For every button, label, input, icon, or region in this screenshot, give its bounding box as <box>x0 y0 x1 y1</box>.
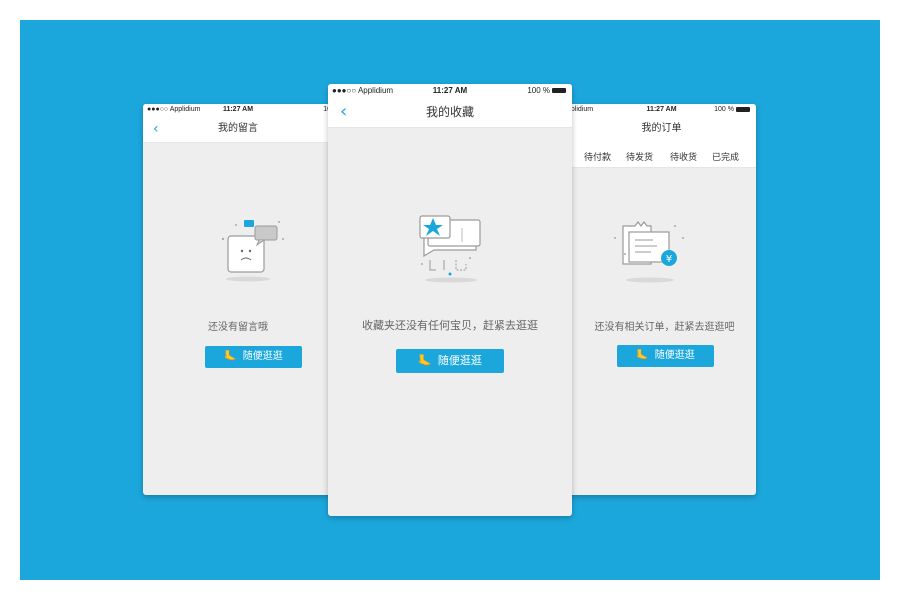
phone-favorites: ●●●○○ Applidium 11:27 AM 100 % ‹ 我的收藏 收藏… <box>328 84 572 516</box>
browse-button-label: 随便逛逛 <box>437 354 482 367</box>
tab-pending-shipment[interactable]: 待发货 <box>626 150 653 163</box>
page-title: 我的留言 <box>218 123 258 134</box>
status-bar: ●●●○○ Applidium 11:27 AM 10 <box>143 104 333 116</box>
phone-messages: ●●●○○ Applidium 11:27 AM 10 ‹ 我的留言 还没有留言… <box>143 104 333 495</box>
back-arrow-icon[interactable]: ‹ <box>340 97 347 127</box>
empty-state-text: 还没有相关订单，赶紧去逛逛吧 <box>594 322 735 333</box>
showcase-background: ●●●○○ Applidium 11:27 AM 10 ‹ 我的留言 还没有留言… <box>20 20 880 580</box>
page-title: 我的订单 <box>641 123 682 134</box>
status-bar: ●●●○○ Applidium 11:27 AM 100 % <box>328 84 572 97</box>
sad-message-icon <box>221 220 284 282</box>
browse-button[interactable]: 🦶 随便逛逛 <box>205 346 302 368</box>
battery-percent: 100 % <box>714 106 734 113</box>
battery-percent: 100 % <box>527 86 550 95</box>
empty-state-text: 收藏夹还没有任何宝贝，赶紧去逛逛 <box>362 319 538 332</box>
back-arrow-icon[interactable]: ‹ <box>153 116 159 142</box>
battery-label: 100 % <box>527 86 566 95</box>
browse-button[interactable]: 🦶 随便逛逛 <box>617 345 714 367</box>
status-bar: pplidium 11:27 AM 100 % <box>567 104 756 116</box>
footprint-icon: 🦶 <box>224 351 237 362</box>
receipt-yen-icon: ¥ <box>614 221 684 283</box>
tab-pending-payment[interactable]: 待付款 <box>584 150 611 163</box>
tab-pending-receipt[interactable]: 待收货 <box>670 150 697 163</box>
svg-text:¥: ¥ <box>666 254 672 265</box>
browse-button-label: 随便逛逛 <box>242 351 283 362</box>
empty-state-text: 还没有留言哦 <box>208 322 268 333</box>
nav-bar: ‹ 我的收藏 <box>328 97 572 128</box>
battery-label: 100 % <box>714 106 750 113</box>
footprint-icon: 🦶 <box>418 354 432 367</box>
nav-bar: 我的订单 <box>567 116 756 142</box>
page-title: 我的收藏 <box>425 105 474 119</box>
star-folder-icon <box>419 215 481 283</box>
tab-completed[interactable]: 已完成 <box>712 150 739 163</box>
browse-button-label: 随便逛逛 <box>654 350 695 361</box>
phone-orders: pplidium 11:27 AM 100 % 我的订单 待付款 待发货 待收货… <box>567 104 756 495</box>
browse-button[interactable]: 🦶 随便逛逛 <box>396 349 504 373</box>
order-tabs: 待付款 待发货 待收货 已完成 <box>567 142 756 168</box>
footprint-icon: 🦶 <box>636 350 649 361</box>
status-time: 11:27 AM <box>222 106 254 113</box>
battery-icon <box>552 88 566 94</box>
battery-icon <box>736 106 750 112</box>
nav-bar: ‹ 我的留言 <box>143 116 333 143</box>
